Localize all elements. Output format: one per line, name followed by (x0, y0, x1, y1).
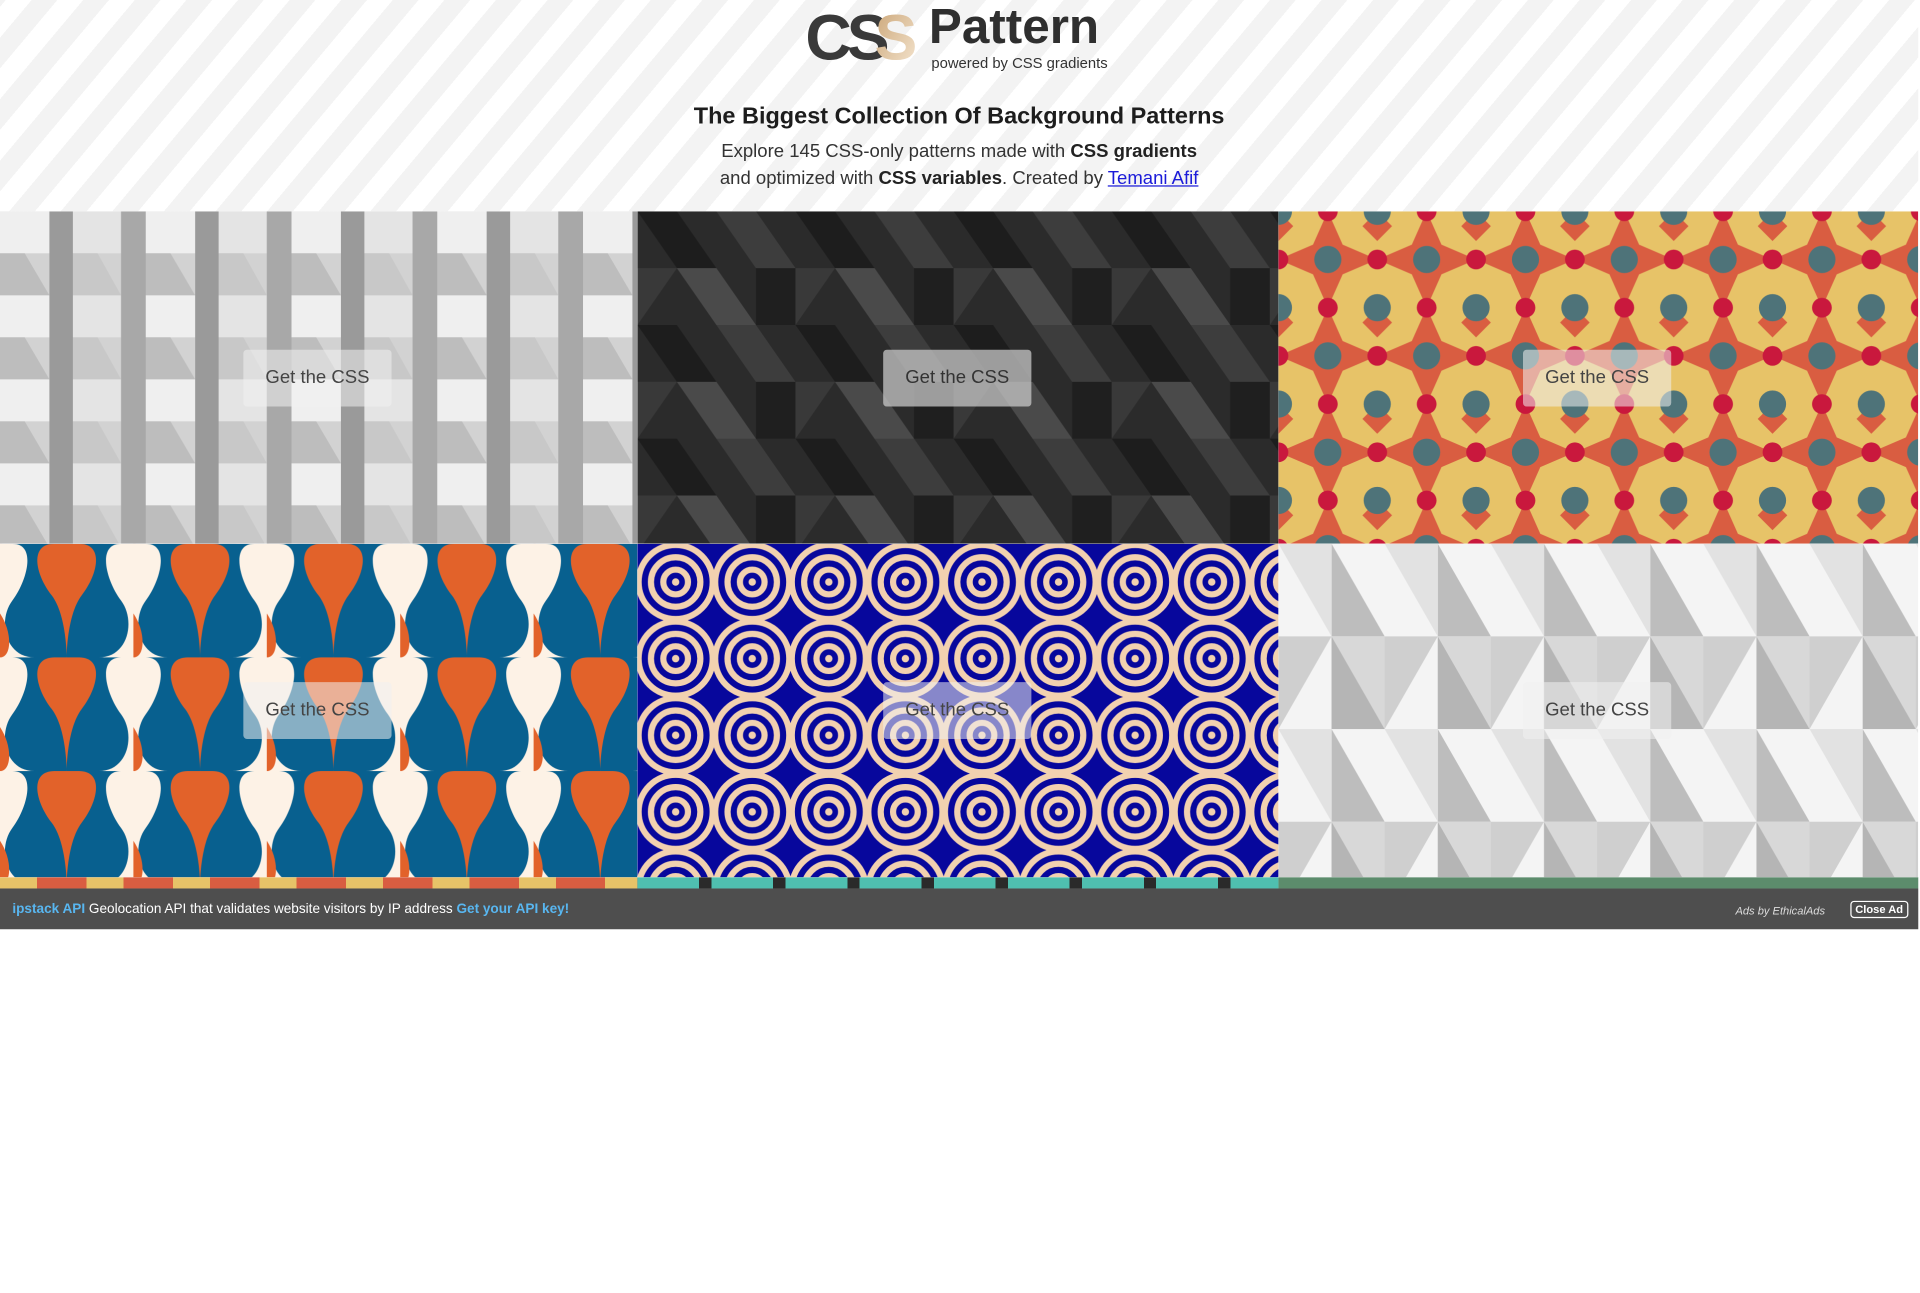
site-logo[interactable]: CS S Pattern powered by CSS gradients (805, 0, 1126, 79)
intro-text: . Created by (1002, 168, 1108, 190)
ad-brand-link[interactable]: ipstack API (12, 902, 85, 917)
pattern-tile-3d-blocks[interactable]: Get the CSS (0, 211, 638, 544)
get-css-button[interactable]: Get the CSS (1523, 349, 1672, 407)
ad-text: ipstack API Geolocation API that validat… (12, 902, 569, 917)
pattern-tile-dark-cubes[interactable]: Get the CSS (637, 211, 1279, 544)
intro-text: and optimized with (719, 168, 879, 190)
intro-line-2: and optimized with CSS variables. Create… (0, 168, 1918, 189)
get-css-button[interactable]: Get the CSS (883, 349, 1032, 407)
next-tile-peek (637, 877, 1279, 889)
ad-cta-link[interactable]: Get your API key! (456, 902, 569, 917)
get-css-button[interactable]: Get the CSS (883, 682, 1032, 739)
intro-text: Explore 145 CSS-only patterns made with (721, 140, 1071, 162)
next-tile-peek (0, 877, 638, 889)
page-title: The Biggest Collection Of Background Pat… (693, 103, 1225, 130)
ad-attribution[interactable]: Ads by EthicalAds (1735, 905, 1825, 917)
intro-line-1: Explore 145 CSS-only patterns made with … (0, 141, 1918, 162)
page-header: CS S Pattern powered by CSS gradients Th… (0, 0, 1919, 212)
next-tile-peek (1278, 877, 1919, 889)
get-css-button[interactable]: Get the CSS (243, 349, 392, 407)
intro-bold-gradients: CSS gradients (1070, 140, 1198, 162)
get-css-button[interactable]: Get the CSS (243, 682, 392, 739)
logo-subtitle: powered by CSS gradients (931, 54, 1108, 72)
css-logo-mark: CS S (805, 5, 918, 73)
ad-banner: ipstack API Geolocation API that validat… (0, 888, 1919, 930)
close-ad-button[interactable]: Close Ad (1850, 900, 1908, 919)
pattern-tile-circles[interactable]: Get the CSS (637, 543, 1279, 878)
ad-description: Geolocation API that validates website v… (85, 902, 457, 917)
intro-bold-variables: CSS variables (878, 168, 1003, 190)
logo-wordmark: Pattern (928, 0, 1100, 55)
svg-text:S: S (875, 5, 918, 73)
author-link[interactable]: Temani Afif (1108, 168, 1199, 189)
get-css-button[interactable]: Get the CSS (1523, 682, 1672, 739)
pattern-tile-ogee[interactable]: Get the CSS (0, 543, 638, 878)
pattern-tile-pyramids[interactable]: Get the CSS (1278, 543, 1919, 878)
pattern-tile-stars-dots[interactable]: Get the CSS (1278, 211, 1919, 544)
